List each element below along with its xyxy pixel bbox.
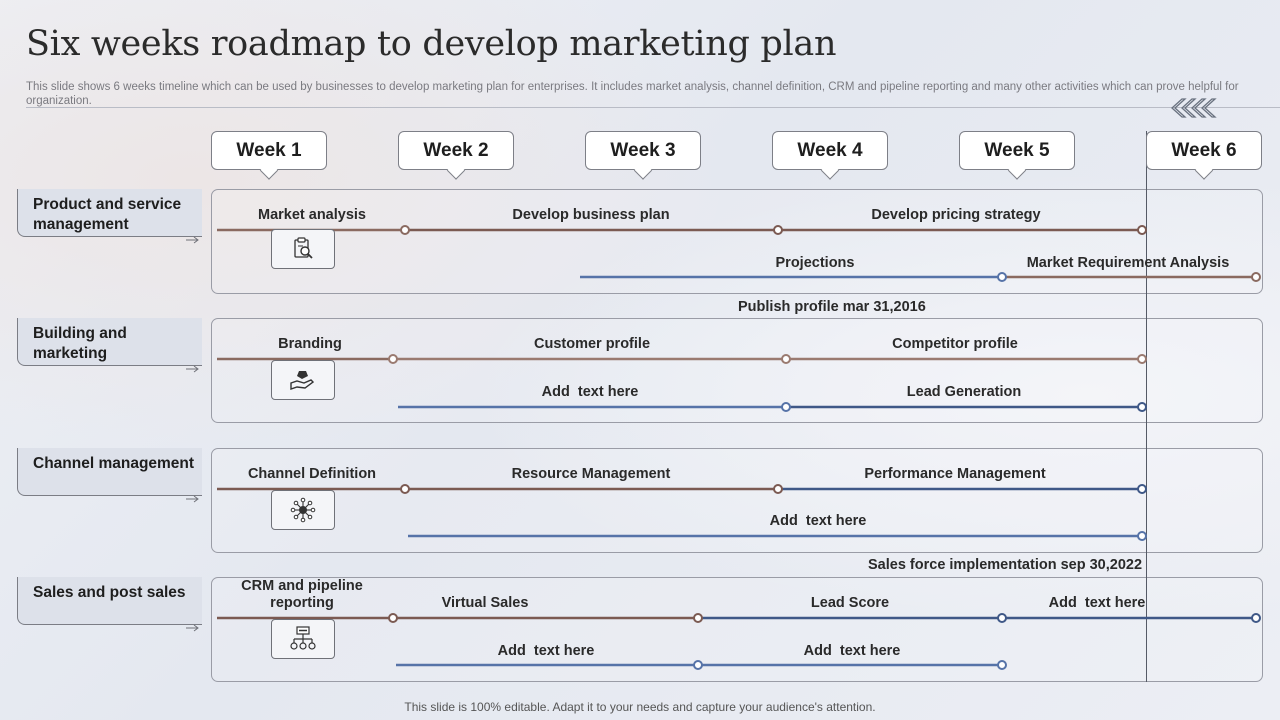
row-icon-box — [271, 229, 335, 269]
milestone-dot — [1137, 402, 1147, 412]
task-add-text: Add text here — [1048, 595, 1146, 611]
task-performance-management: Performance Management — [864, 466, 1046, 482]
milestone-dot — [388, 613, 398, 623]
task-resource-management: Resource Management — [511, 466, 671, 482]
task-lead-generation: Lead Generation — [906, 384, 1022, 400]
milestone-dot — [388, 354, 398, 364]
task-channel-definition: Channel Definition — [247, 466, 377, 482]
task-projections: Projections — [775, 255, 855, 271]
task-develop-business-plan: Develop business plan — [512, 207, 670, 223]
milestone-dot — [1251, 613, 1261, 623]
milestone-dot — [693, 613, 703, 623]
milestone-dot — [693, 660, 703, 670]
task-crm-pipeline-reporting: CRM and pipeline reporting — [241, 578, 363, 611]
milestone-dot — [773, 225, 783, 235]
task-add-text: Add text here — [769, 513, 867, 529]
task-lead-score: Lead Score — [810, 595, 890, 611]
milestone-dot — [400, 225, 410, 235]
crm-org-chart-icon — [290, 626, 316, 650]
milestone-dot — [781, 402, 791, 412]
task-market-requirement-analysis: Market Requirement Analysis — [1026, 255, 1230, 271]
hand-money-icon — [290, 371, 315, 390]
milestone-dot — [997, 272, 1007, 282]
clipboard-search-icon — [294, 237, 313, 259]
task-competitor-profile: Competitor profile — [892, 336, 1018, 352]
row-icon-box — [271, 619, 335, 659]
milestone-dot — [773, 484, 783, 494]
milestone-dot — [1137, 354, 1147, 364]
milestone-dot — [781, 354, 791, 364]
task-add-text: Add text here — [497, 643, 595, 659]
milestone-dot — [400, 484, 410, 494]
task-develop-pricing-strategy: Develop pricing strategy — [871, 207, 1041, 223]
task-branding: Branding — [278, 336, 342, 352]
row-icon-box — [271, 490, 335, 530]
network-hub-icon — [290, 497, 316, 523]
timeline-bars — [217, 225, 1261, 670]
milestone-note-sales-force: Sales force implementation sep 30,2022 — [868, 557, 1143, 573]
milestone-dot — [1137, 484, 1147, 494]
milestone-dot — [1137, 225, 1147, 235]
task-add-text: Add text here — [803, 643, 901, 659]
milestone-note-publish-profile: Publish profile mar 31,2016 — [738, 299, 926, 315]
task-market-analysis: Market analysis — [257, 207, 367, 223]
milestone-dot — [1251, 272, 1261, 282]
task-add-text: Add text here — [541, 384, 639, 400]
task-virtual-sales: Virtual Sales — [441, 595, 529, 611]
milestone-dot — [997, 660, 1007, 670]
task-customer-profile: Customer profile — [533, 336, 651, 352]
row-icon-box — [271, 360, 335, 400]
milestone-dot — [1137, 531, 1147, 541]
footer-note: This slide is 100% editable. Adapt it to… — [404, 700, 876, 714]
milestone-dot — [997, 613, 1007, 623]
